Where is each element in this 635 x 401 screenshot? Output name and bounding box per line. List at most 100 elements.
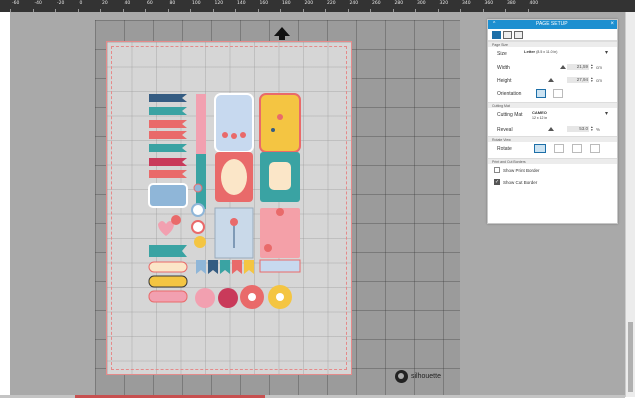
orientation-label: Orientation	[497, 91, 522, 97]
label-strip	[148, 261, 188, 273]
chevron-down-icon[interactable]: ▾	[605, 49, 608, 56]
tab-registration-icon[interactable]	[503, 31, 512, 39]
banner-strip	[149, 158, 187, 166]
cutting-mat-row: Cutting Mat CAMEO 12 x 12 in ▾	[488, 108, 617, 123]
show-cut-border-row: ✓ Show Cut Border	[488, 176, 617, 188]
banner-strip	[149, 170, 187, 178]
ruler-label: 140	[237, 1, 246, 6]
banner-strips	[149, 94, 187, 178]
banner-strip	[149, 94, 187, 102]
cutting-mat-detail: 12 x 12 in	[532, 116, 548, 120]
label-strip	[148, 275, 188, 288]
flower-shape	[171, 215, 181, 225]
show-cut-border-checkbox[interactable]: ✓	[494, 179, 500, 185]
washi-strip	[196, 154, 206, 209]
ruler-label: 80	[169, 1, 176, 6]
ruler-label: 340	[462, 1, 471, 6]
close-icon[interactable]: ×	[610, 20, 614, 29]
reveal-stepper-icon[interactable]: ▴ ▾	[591, 125, 593, 132]
width-stepper-icon[interactable]: ▴ ▾	[591, 63, 593, 70]
size-select[interactable]: Letter (8.5 x 11.0 in)	[524, 49, 557, 54]
width-unit: cm	[596, 65, 602, 70]
reveal-input[interactable]: 53.0	[567, 126, 589, 132]
height-row: Height 27,94 ▴ ▾ cm	[488, 74, 617, 87]
reveal-label: Reveal	[497, 127, 513, 133]
ruler-label: 380	[507, 1, 516, 6]
ruler-label: 0	[79, 1, 83, 6]
ruler-label: -60	[12, 1, 20, 6]
landscape-icon[interactable]	[553, 89, 563, 98]
tab-page-setup-icon[interactable]	[492, 31, 501, 39]
ruler-label: 20	[102, 1, 108, 6]
reveal-row: Reveal 53.0 ▴ ▾ %	[488, 123, 617, 136]
ruler-label: 180	[282, 1, 291, 6]
heart-shape	[158, 221, 174, 236]
ruler-label: 320	[439, 1, 449, 6]
ruler-label: 300	[417, 1, 426, 6]
orientation-row: Orientation	[488, 87, 617, 102]
label-strip	[148, 290, 188, 303]
cutting-mat-label: Cutting Mat	[497, 112, 523, 118]
ruler-label: -20	[57, 1, 65, 6]
rotate-row: Rotate	[488, 142, 617, 158]
washi-strip	[196, 94, 206, 154]
ruler-label: 240	[349, 1, 359, 6]
banner-strip	[149, 107, 187, 115]
width-row: Width 21,59 ▴ ▾ cm	[488, 61, 617, 74]
ruler-label: -40	[34, 1, 42, 6]
ruler-label: 160	[259, 1, 269, 6]
height-stepper-icon[interactable]: ▴ ▾	[591, 76, 593, 83]
rotate-270-icon[interactable]	[590, 144, 600, 153]
ruler-label: 260	[372, 1, 381, 6]
show-print-border-row: Show Print Border	[488, 164, 617, 176]
show-cut-border-label: Show Cut Border	[503, 180, 538, 185]
show-print-border-label: Show Print Border	[503, 168, 540, 173]
rotate-90-icon[interactable]	[554, 144, 564, 153]
panel-header: ^ PAGE SETUP ×	[488, 20, 617, 29]
chevron-down-icon[interactable]: ▾	[605, 110, 608, 117]
horizontal-scroll-thumb[interactable]	[75, 395, 265, 398]
brand-name: silhouette	[411, 373, 441, 380]
top-ruler: -60 -40 -20 0 20 40 60 80 100 120 140 160 180 200 220 2…	[0, 0, 635, 12]
vertical-scrollbar[interactable]	[625, 12, 635, 397]
collapse-icon[interactable]: ^	[493, 20, 495, 29]
banner-strip	[149, 131, 187, 139]
label-card	[214, 93, 254, 153]
banner-left	[149, 245, 187, 257]
cutting-mat-select[interactable]: CAMEO 12 x 12 in	[532, 110, 547, 120]
vertical-scroll-thumb[interactable]	[628, 322, 633, 392]
ruler-label: 360	[484, 1, 494, 6]
size-row: Size Letter (8.5 x 11.0 in) ▾	[488, 47, 617, 61]
portrait-icon[interactable]	[536, 89, 546, 98]
slider-icon	[560, 65, 566, 69]
size-label: Size	[497, 51, 507, 57]
ruler-label: 200	[304, 1, 314, 6]
show-print-border-checkbox[interactable]	[494, 167, 500, 173]
slider-icon	[548, 78, 554, 82]
banner-strip	[149, 144, 187, 152]
width-input[interactable]: 21,59	[567, 64, 589, 70]
reveal-unit: %	[596, 127, 601, 132]
height-unit: cm	[596, 78, 602, 83]
ruler-label: 60	[147, 1, 153, 6]
round-tag	[195, 288, 215, 308]
pennant-flags	[196, 260, 254, 274]
round-tag	[218, 288, 238, 308]
size-value: Letter	[524, 49, 536, 54]
ruler-label: 40	[124, 1, 131, 6]
rotate-180-icon[interactable]	[572, 144, 582, 153]
ruler-label: 100	[192, 1, 201, 6]
page-setup-panel: ^ PAGE SETUP × Page Size Size Letter (8.…	[487, 19, 618, 224]
silhouette-studio-window: -60 -40 -20 0 20 40 60 80 100 120 140 160 180 200 220 2…	[0, 0, 635, 401]
rotate-0-icon[interactable]	[534, 144, 546, 153]
label-card	[259, 93, 301, 153]
ruler-label: 120	[214, 1, 224, 6]
width-label: Width	[497, 65, 510, 71]
height-input[interactable]: 27,94	[567, 77, 589, 83]
ruler-label: 280	[394, 1, 404, 6]
tab-background-icon[interactable]	[514, 31, 523, 39]
panel-title: PAGE SETUP	[536, 21, 568, 27]
ruler-label: 220	[327, 1, 336, 6]
size-detail: (8.5 x 11.0 in)	[536, 50, 558, 54]
rotate-label: Rotate	[497, 146, 512, 152]
